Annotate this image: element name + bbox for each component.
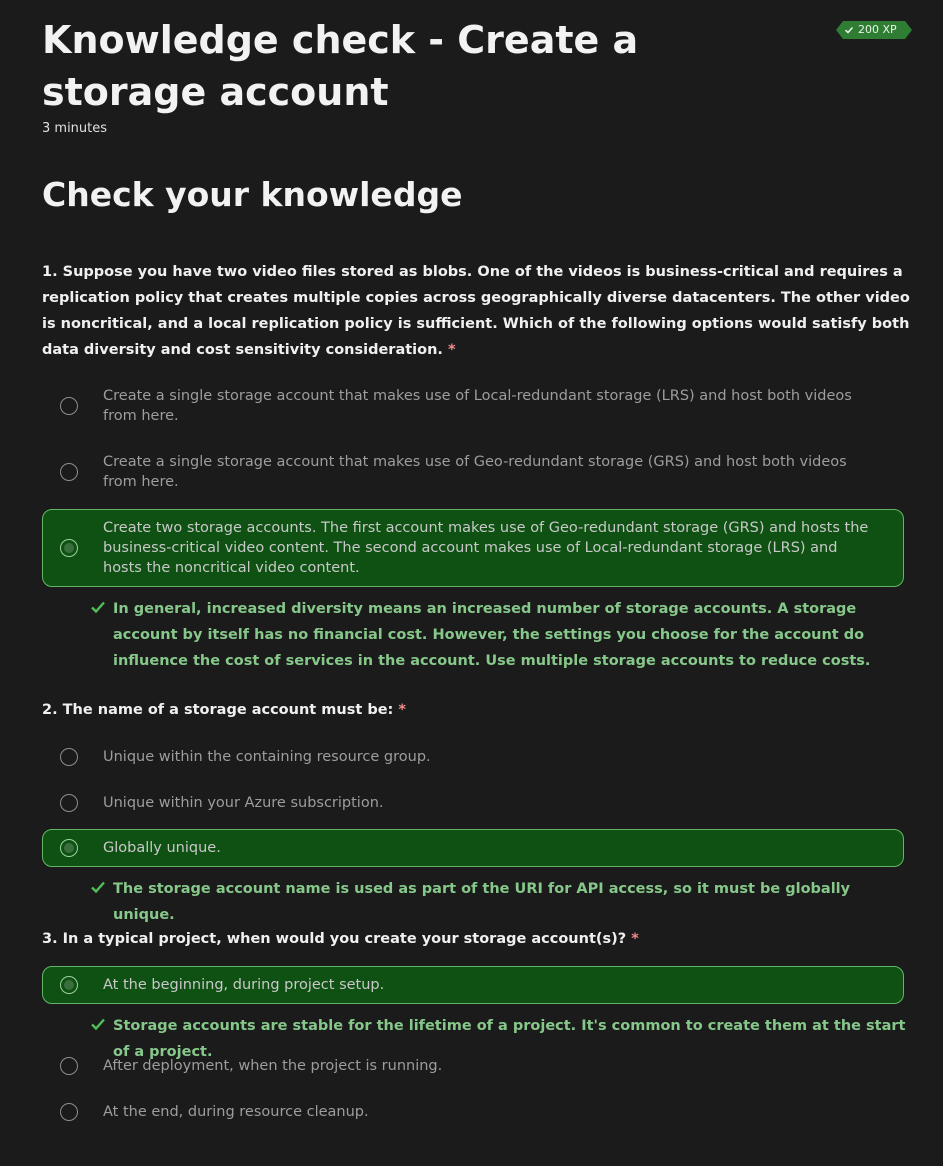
page-title: Knowledge check - Create a storage accou… — [42, 18, 639, 114]
feedback-q1: In general, increased diversity means an… — [90, 596, 910, 674]
check-icon — [91, 601, 105, 614]
question-2: 2. The name of a storage account must be… — [42, 697, 912, 723]
question-3: 3. In a typical project, when would you … — [42, 926, 912, 952]
question-text: 2. The name of a storage account must be… — [42, 702, 394, 718]
radio-button[interactable] — [60, 1103, 78, 1121]
required-marker: * — [447, 342, 456, 358]
radio-button[interactable] — [60, 463, 78, 481]
option-label: At the beginning, during project setup. — [103, 977, 385, 993]
option-q1-1[interactable]: Create a single storage account that mak… — [42, 377, 904, 435]
feedback-q2: The storage account name is used as part… — [90, 876, 910, 928]
option-label: Unique within the containing resource gr… — [103, 749, 431, 765]
duration-label: 3 minutes — [42, 121, 108, 136]
radio-button[interactable] — [60, 748, 78, 766]
radio-dot — [64, 543, 74, 553]
option-label: After deployment, when the project is ru… — [103, 1058, 443, 1074]
option-q3-3[interactable]: At the end, during resource cleanup. — [42, 1093, 904, 1131]
question-text: 1. Suppose you have two video files stor… — [42, 264, 910, 358]
option-q1-3[interactable]: Create two storage accounts. The first a… — [42, 509, 904, 587]
option-q3-2[interactable]: After deployment, when the project is ru… — [42, 1047, 904, 1085]
check-icon — [91, 1018, 105, 1031]
option-label: Unique within your Azure subscription. — [103, 795, 384, 811]
option-label: Globally unique. — [103, 840, 221, 856]
option-q1-2[interactable]: Create a single storage account that mak… — [42, 443, 904, 501]
required-marker: * — [398, 702, 406, 718]
radio-button[interactable] — [60, 794, 78, 812]
check-icon — [91, 881, 105, 894]
option-q2-3[interactable]: Globally unique. — [42, 829, 904, 867]
radio-button-selected[interactable] — [60, 539, 78, 557]
radio-button-selected[interactable] — [60, 839, 78, 857]
option-label: Create two storage accounts. The first a… — [103, 520, 869, 576]
option-q2-2[interactable]: Unique within your Azure subscription. — [42, 784, 904, 822]
radio-button[interactable] — [60, 397, 78, 415]
option-label: Create a single storage account that mak… — [103, 388, 852, 424]
required-marker: * — [631, 931, 639, 947]
option-q2-1[interactable]: Unique within the containing resource gr… — [42, 738, 904, 776]
question-text: 3. In a typical project, when would you … — [42, 931, 627, 947]
section-title: Check your knowledge — [42, 175, 463, 214]
feedback-text: In general, increased diversity means an… — [113, 601, 871, 669]
option-label: At the end, during resource cleanup. — [103, 1104, 369, 1120]
xp-value: 200 XP — [858, 23, 897, 36]
feedback-text: The storage account name is used as part… — [113, 881, 851, 923]
question-1: 1. Suppose you have two video files stor… — [42, 259, 912, 363]
radio-dot — [64, 980, 74, 990]
option-label: Create a single storage account that mak… — [103, 454, 847, 490]
option-q3-1[interactable]: At the beginning, during project setup. — [42, 966, 904, 1004]
radio-dot — [64, 843, 74, 853]
xp-badge: 200 XP — [836, 21, 912, 39]
radio-button-selected[interactable] — [60, 976, 78, 994]
check-circle-icon — [844, 26, 854, 34]
radio-button[interactable] — [60, 1057, 78, 1075]
